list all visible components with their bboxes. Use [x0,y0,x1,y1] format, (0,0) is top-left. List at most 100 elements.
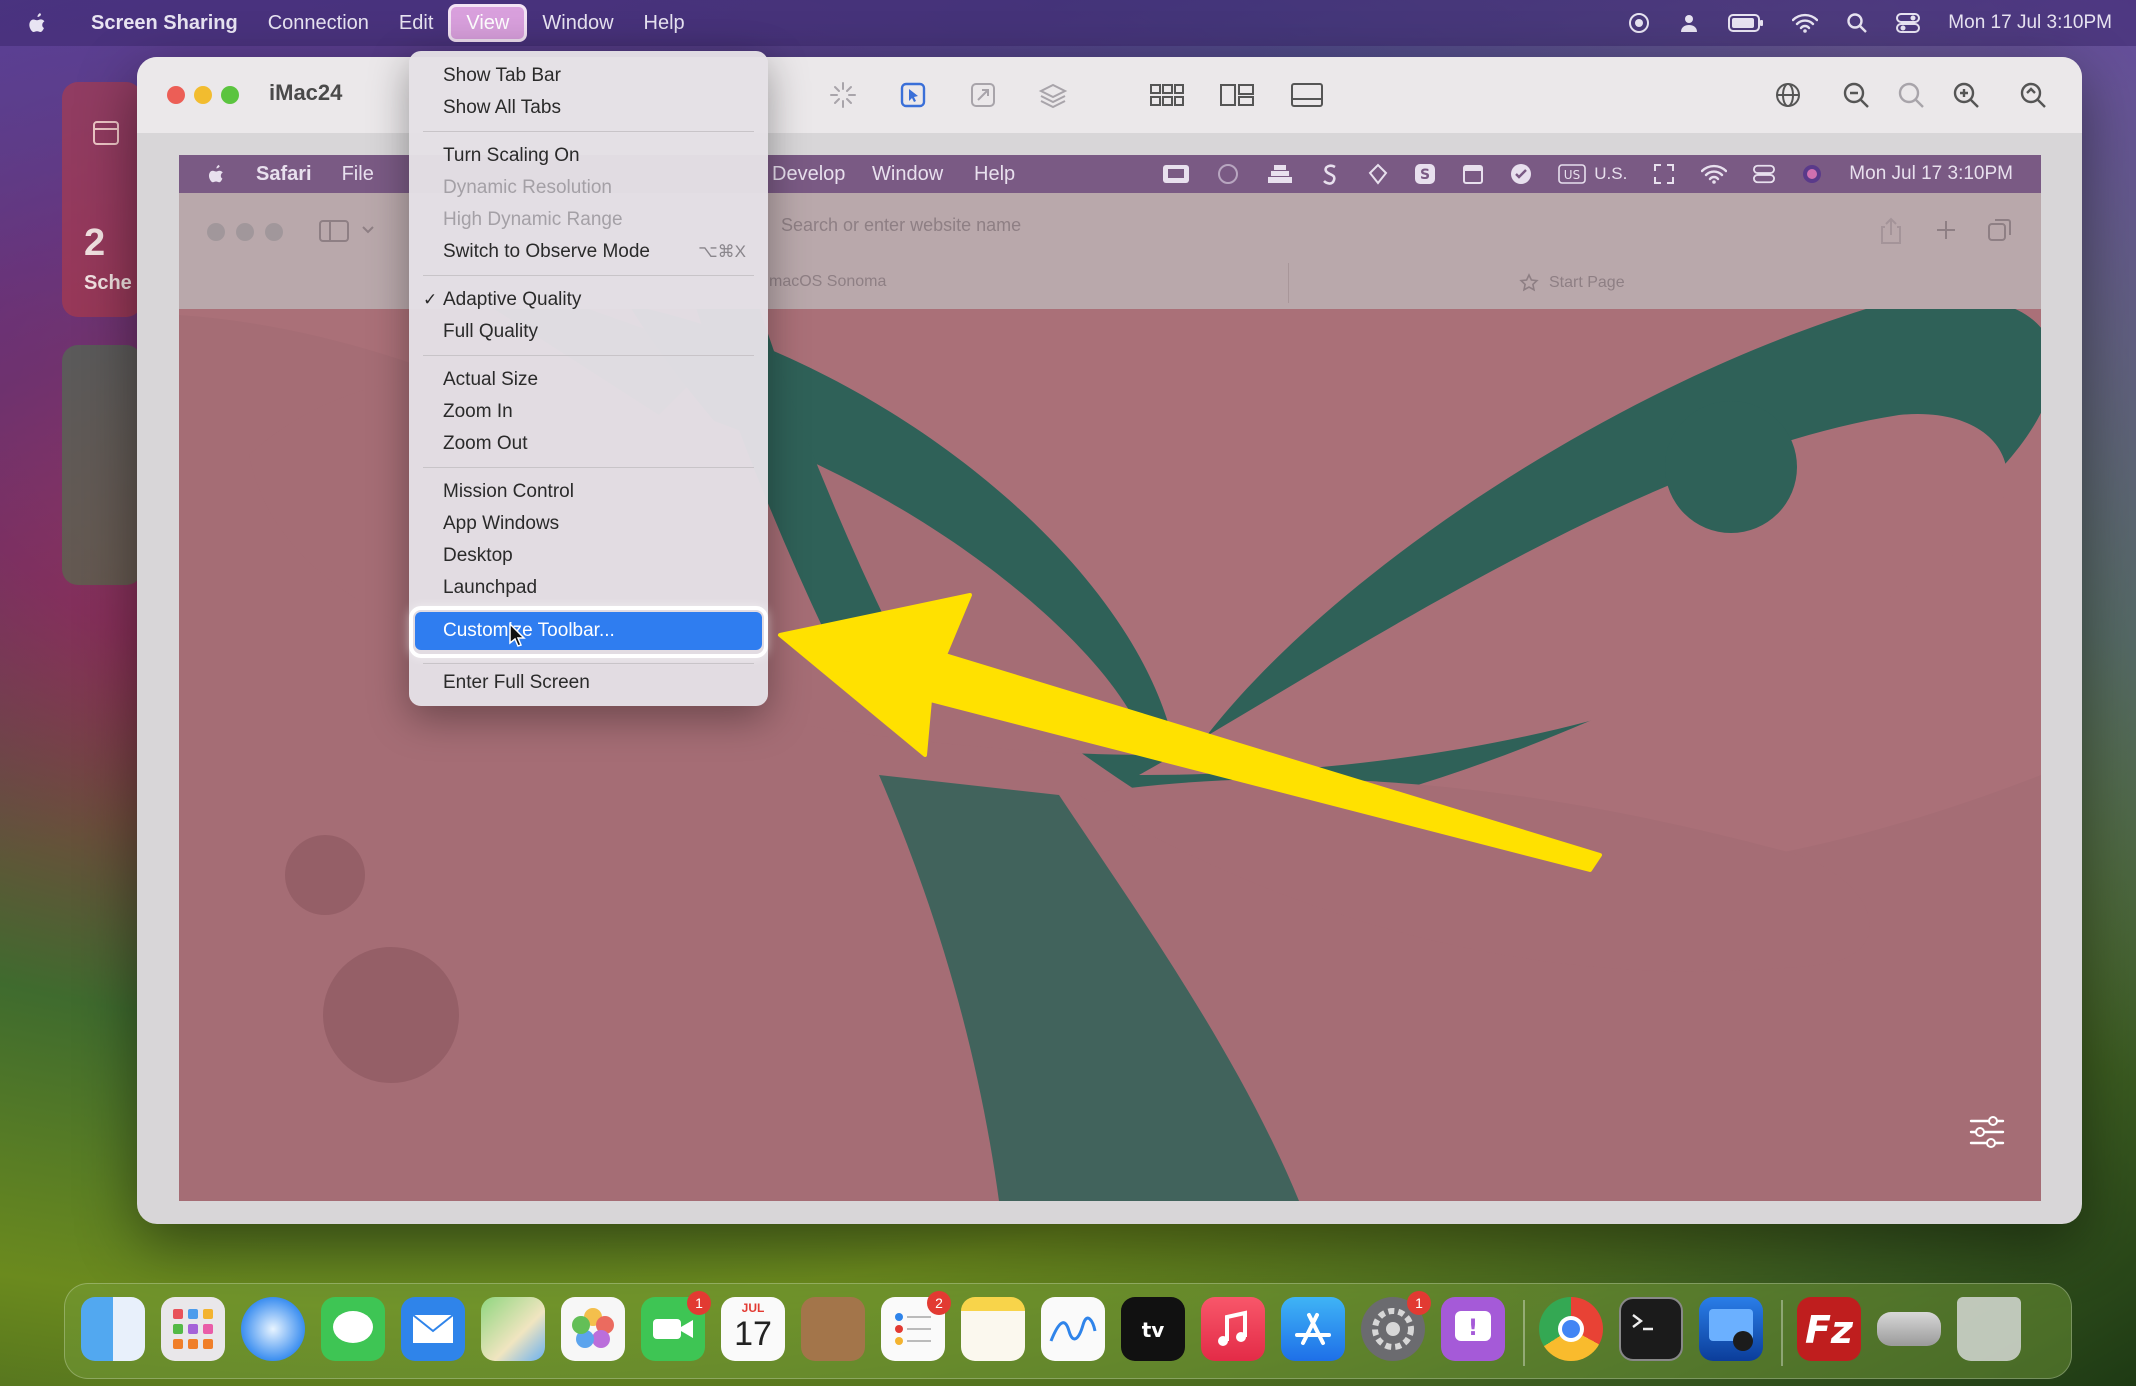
feedback-icon[interactable]: ! [1441,1297,1505,1361]
chrome-icon[interactable] [1539,1297,1603,1361]
chevron-down-icon[interactable] [361,225,375,235]
remote-menu-window[interactable]: Window [857,163,958,186]
s-badge-icon[interactable]: S [1414,163,1436,185]
safari-tab-macos-sonoma[interactable]: macOS Sonoma [769,263,1289,303]
menu-item-app-windows[interactable]: App Windows [443,509,559,539]
maps-icon[interactable] [481,1297,545,1361]
menu-connection[interactable]: Connection [253,4,384,42]
display-icon[interactable] [1289,79,1325,111]
photos-icon[interactable] [561,1297,625,1361]
screen-share-status-icon[interactable] [1162,163,1190,185]
menu-item-desktop[interactable]: Desktop [443,541,513,571]
desktop-widget[interactable] [62,345,142,585]
tv-icon[interactable]: tv [1121,1297,1185,1361]
filezilla-icon[interactable]: Fz [1797,1297,1861,1361]
user-icon[interactable] [1678,12,1700,34]
fullscreen-arrows-icon[interactable] [1653,163,1675,185]
menu-window[interactable]: Window [527,4,628,42]
sidebar-toggle-icon[interactable] [319,219,349,243]
globe-icon[interactable] [1772,79,1804,111]
menu-item-full-quality[interactable]: Full Quality [443,317,538,347]
close-button[interactable] [167,86,185,104]
apple-menu-icon[interactable] [26,11,48,35]
zoom-out-icon[interactable] [1840,79,1872,111]
share-icon[interactable] [1879,217,1903,245]
safari-tab-start-page[interactable]: Start Page [1519,263,1819,303]
remote-app-name[interactable]: Safari [241,163,327,186]
calendar-icon[interactable]: JUL 17 [721,1297,785,1361]
remote-control-center-icon[interactable] [1753,163,1776,185]
music-icon[interactable] [1201,1297,1265,1361]
safari-zoom-button[interactable] [265,223,283,241]
zoom-to-fit-icon[interactable] [2017,79,2049,111]
minimize-button[interactable] [194,86,212,104]
menu-item-show-all-tabs[interactable]: Show All Tabs [443,93,561,123]
accessibility-icon[interactable] [1216,163,1240,185]
menu-item-zoom-in[interactable]: Zoom In [443,397,513,427]
remote-menu-help[interactable]: Help [959,163,1030,186]
control-mode-icon[interactable] [897,79,929,111]
launchpad-icon[interactable] [161,1297,225,1361]
messages-icon[interactable] [321,1297,385,1361]
screen-sharing-icon[interactable] [1699,1297,1763,1361]
contacts-icon[interactable] [801,1297,865,1361]
menu-item-turn-scaling-on[interactable]: Turn Scaling On [443,141,580,171]
quality-icon[interactable] [827,79,859,111]
calendar-widget[interactable]: 2 Sche [62,82,142,317]
new-tab-icon[interactable] [1935,219,1957,241]
menu-help[interactable]: Help [629,4,700,42]
reminders-icon[interactable]: 2 [881,1291,951,1361]
checkmark-badge-icon[interactable] [1510,163,1532,185]
scaling-icon[interactable] [967,79,999,111]
menu-item-launchpad[interactable]: Launchpad [443,573,537,603]
safari-close-button[interactable] [207,223,225,241]
menu-bar-calendar-icon[interactable] [1462,163,1484,185]
menu-item-show-tab-bar[interactable]: Show Tab Bar [443,61,561,91]
safari-address-bar[interactable]: Search or enter website name [769,209,1489,243]
menu-item-adaptive-quality[interactable]: Adaptive Quality [443,285,581,315]
menubar-app-name[interactable]: Screen Sharing [76,4,253,42]
remote-clock[interactable]: Mon Jul 17 3:10PM [1849,163,2013,185]
control-center-icon[interactable] [1896,12,1921,34]
record-icon[interactable] [1628,12,1650,34]
zoom-in-icon[interactable] [1950,79,1982,111]
mail-icon[interactable] [401,1297,465,1361]
split-view-icon[interactable] [1219,79,1255,111]
facetime-icon[interactable]: 1 [641,1291,711,1361]
app-store-icon[interactable] [1281,1297,1345,1361]
menu-item-mission-control[interactable]: Mission Control [443,477,574,507]
tab-overview-icon[interactable] [1987,217,2013,243]
layers-icon[interactable] [1037,79,1069,111]
customize-sliders-icon[interactable] [1969,1115,2005,1149]
drive-icon[interactable] [1877,1312,1941,1346]
menu-item-actual-size[interactable]: Actual Size [443,365,538,395]
menubar-clock[interactable]: Mon 17 Jul 3:10PM [1948,12,2112,34]
scrivener-icon[interactable] [1320,163,1340,185]
safari-icon[interactable] [241,1297,305,1361]
input-source[interactable]: US U.S. [1558,164,1627,184]
stack-icon[interactable] [1266,163,1294,185]
menu-view[interactable]: View [448,4,528,42]
actual-size-icon[interactable] [1895,79,1927,111]
notes-icon[interactable] [961,1297,1025,1361]
battery-icon[interactable] [1728,13,1764,33]
safari-minimize-button[interactable] [236,223,254,241]
shortcut-icon[interactable] [1366,163,1388,185]
wifi-icon[interactable] [1792,13,1819,33]
menu-item-zoom-out[interactable]: Zoom Out [443,429,527,459]
freeform-icon[interactable] [1041,1297,1105,1361]
remote-wifi-icon[interactable] [1701,164,1728,184]
spotlight-search-icon[interactable] [1846,12,1868,34]
zoom-button[interactable] [221,86,239,104]
trash-icon[interactable] [1957,1297,2021,1361]
all-windows-icon[interactable] [1149,79,1185,111]
menu-item-enter-full-screen[interactable]: Enter Full Screen [443,668,590,698]
system-settings-icon[interactable]: 1 [1361,1291,1431,1361]
remote-menu-develop[interactable]: Develop [757,163,860,186]
menu-item-switch-to-observe-mode[interactable]: Switch to Observe Mode [443,237,650,267]
finder-icon[interactable] [81,1297,145,1361]
siri-icon[interactable] [1801,163,1823,185]
terminal-icon[interactable] [1619,1297,1683,1361]
remote-apple-icon[interactable] [205,163,227,185]
remote-menu-file[interactable]: File [327,163,389,186]
